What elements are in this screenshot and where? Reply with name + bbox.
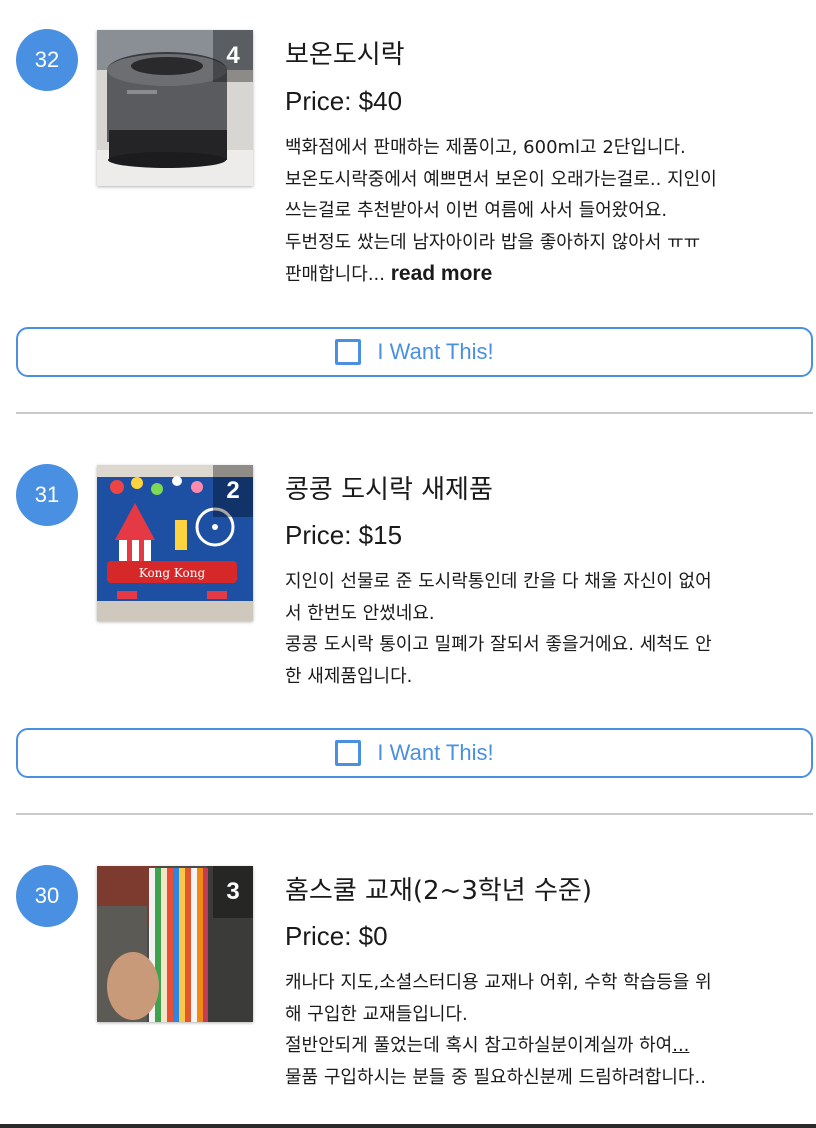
description-line: 한 새제품입니다. [285, 665, 413, 687]
i-want-this-button[interactable]: I Want This! [16, 327, 813, 377]
photo-count: 3 [213, 866, 253, 918]
listing-thumbnail[interactable]: 3 [97, 866, 253, 1022]
listing-thumbnail[interactable]: 4 [97, 30, 253, 186]
listing-description: 지인이 선물로 준 도시락통인데 칸을 다 채울 자신이 없어 서 한번도 안썼… [285, 566, 813, 692]
bottom-edge-bar [0, 1124, 816, 1128]
listing-title: 보온도시락 [285, 40, 405, 70]
listing-description: 캐나다 지도,소셜스터디용 교재나 어휘, 수학 학습등을 위 해 구입한 교재… [285, 967, 813, 1093]
listing-title: 콩콩 도시락 새제품 [285, 475, 493, 505]
description-line: 두번정도 쌌는데 남자아이라 밥을 좋아하지 않아서 ㅠㅠ [285, 231, 701, 253]
listing-thumbnail[interactable]: Kong Kong 2 [97, 465, 253, 621]
listing-price: Price: $40 [285, 86, 403, 116]
description-line: 백화점에서 판매하는 제품이고, 600ml고 2단입니다. [285, 137, 686, 158]
read-more-link[interactable]: read more [391, 262, 493, 285]
checkbox-outline-icon [335, 740, 362, 766]
button-label: I Want This! [377, 339, 494, 364]
listing-description: 백화점에서 판매하는 제품이고, 600ml고 2단입니다. 보온도시락중에서 … [285, 132, 813, 291]
listing-title: 홈스쿨 교재(2~3학년 수준) [285, 876, 592, 906]
description-line: 해 구입한 교재들입니다. [285, 1003, 468, 1025]
description-line: 서 한번도 안썼네요. [285, 602, 435, 624]
listing-number-badge: 30 [16, 865, 78, 927]
description-ellipsis: ... [367, 264, 385, 285]
photo-count: 4 [213, 30, 253, 82]
image-caption: Kong Kong [139, 566, 206, 580]
button-label: I Want This! [377, 740, 494, 765]
description-line: 지인이 선물로 준 도시락통인데 칸을 다 채울 자신이 없어 [285, 571, 712, 592]
divider [16, 813, 813, 815]
description-line: 물품 구입하시는 분들 중 필요하신분께 드림하려합니다.. [285, 1066, 706, 1088]
listing-number-badge: 31 [16, 464, 78, 526]
listing-price: Price: $0 [285, 921, 388, 951]
photo-count: 2 [213, 465, 253, 517]
description-line: 콩콩 도시락 통이고 밀폐가 잘되서 좋을거에요. 세척도 안 [285, 634, 712, 655]
checkbox-outline-icon [335, 339, 362, 365]
listing-price: Price: $15 [285, 520, 403, 550]
listing-number-badge: 32 [16, 29, 78, 91]
description-line: 쓰는걸로 추천받아서 이번 여름에 사서 들어왔어요. [285, 200, 668, 221]
description-line: 판매합니다 [285, 264, 368, 285]
description-line: 캐나다 지도,소셜스터디용 교재나 어휘, 수학 학습등을 위 [285, 972, 712, 993]
description-line: 절반안되게 풀었는데 혹시 참고하실분이계실까 하여 [285, 1035, 673, 1056]
divider [16, 412, 813, 414]
description-line: 보온도시락중에서 예쁘면서 보온이 오래가는걸로.. 지인이 [285, 168, 717, 190]
description-ellipsis: ... [672, 1035, 690, 1056]
i-want-this-button[interactable]: I Want This! [16, 728, 813, 778]
